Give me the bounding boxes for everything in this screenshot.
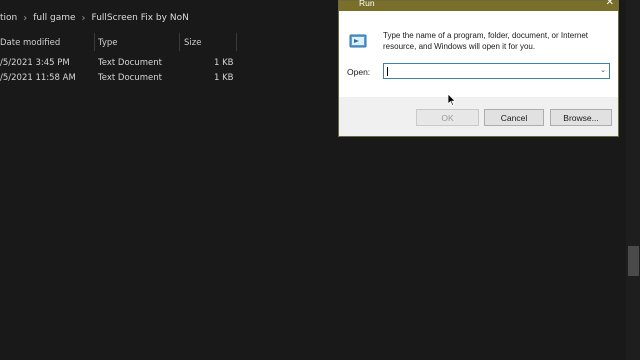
column-header-date[interactable]: Date modified	[0, 34, 60, 52]
chevron-down-icon[interactable]: ⌄	[600, 66, 606, 74]
file-date: /5/2021 3:45 PM	[0, 58, 70, 68]
column-divider[interactable]	[236, 33, 237, 51]
open-combobox[interactable]: ⌄	[383, 63, 610, 79]
column-header-size[interactable]: Size	[184, 34, 201, 52]
dialog-description: Type the name of a program, folder, docu…	[383, 31, 589, 51]
run-icon	[349, 34, 367, 48]
text-caret	[387, 67, 388, 76]
browse-button[interactable]: Browse...	[550, 109, 612, 126]
ok-button[interactable]: OK	[416, 109, 479, 126]
file-type: Text Document	[98, 73, 162, 83]
file-size: 1 KB	[214, 73, 234, 83]
dialog-title: Run	[359, 0, 375, 8]
mouse-pointer-icon	[448, 94, 456, 106]
run-dialog: Run ✕ Type the name of a program, folder…	[338, 0, 619, 137]
scrollbar[interactable]	[626, 0, 640, 360]
file-size: 1 KB	[214, 58, 234, 68]
breadcrumb-separator-icon[interactable]: ›	[82, 13, 86, 24]
breadcrumb-item[interactable]: FullScreen Fix by NoN	[92, 13, 189, 23]
dialog-content-area	[339, 11, 618, 97]
column-divider[interactable]	[179, 33, 180, 51]
scrollbar-thumb[interactable]	[628, 246, 639, 276]
file-type: Text Document	[98, 58, 162, 68]
cancel-button[interactable]: Cancel	[484, 109, 544, 126]
close-icon[interactable]: ✕	[606, 0, 614, 8]
breadcrumb-separator-icon[interactable]: ›	[23, 13, 27, 24]
file-date: /5/2021 11:58 AM	[0, 73, 76, 83]
open-label: Open:	[347, 67, 371, 77]
breadcrumb-item[interactable]: tion	[0, 13, 17, 23]
open-input[interactable]	[386, 65, 586, 77]
breadcrumb: tion › full game › FullScreen Fix by NoN	[0, 8, 189, 28]
title-bar[interactable]: Run ✕	[339, 0, 618, 11]
breadcrumb-item[interactable]: full game	[33, 13, 75, 23]
column-header-type[interactable]: Type	[98, 34, 118, 52]
column-divider[interactable]	[94, 33, 95, 51]
